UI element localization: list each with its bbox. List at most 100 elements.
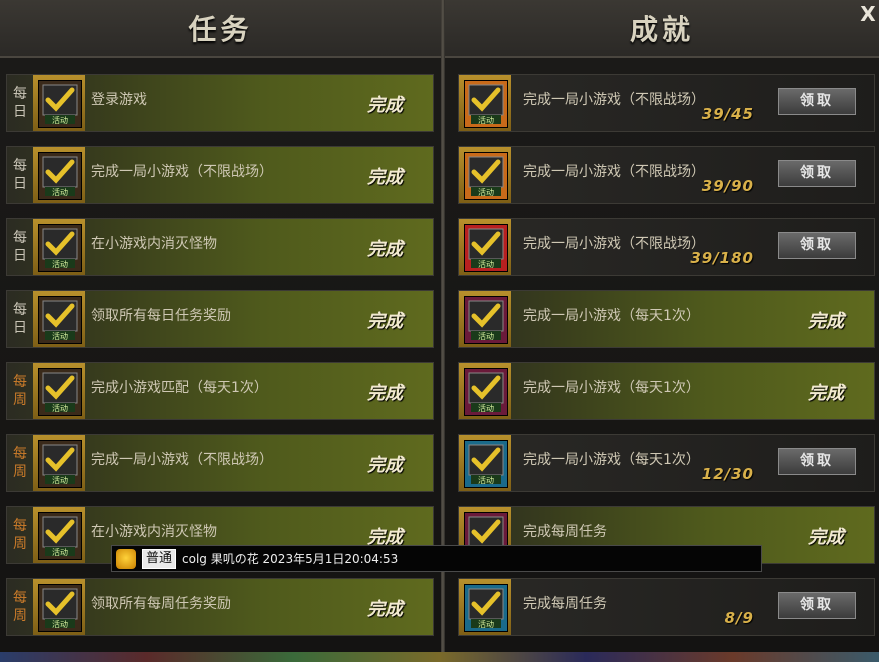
task-icon-frame: 活动 bbox=[33, 579, 85, 635]
achievement-row: 活动 完成一局小游戏（每天1次） 完成 bbox=[458, 362, 875, 420]
task-name: 完成一局小游戏（不限战场） bbox=[91, 452, 273, 468]
task-period-label: 每周 bbox=[7, 507, 33, 563]
claim-button[interactable]: 领取 bbox=[778, 160, 856, 187]
task-name: 在小游戏内消灭怪物 bbox=[91, 236, 217, 252]
task-period-char: 每 bbox=[13, 518, 27, 534]
achievement-badge-icon: 活动 bbox=[464, 368, 508, 416]
achievement-badge-icon: 活动 bbox=[464, 152, 508, 200]
chat-message: colg 果叽の花 2023年5月1日20:04:53 bbox=[182, 552, 399, 566]
bottom-skill-bar bbox=[0, 652, 879, 662]
task-period-char: 日 bbox=[13, 248, 27, 264]
svg-text:活动: 活动 bbox=[52, 475, 68, 485]
task-icon-frame: 活动 bbox=[33, 219, 85, 275]
achievement-name: 完成一局小游戏（不限战场） bbox=[523, 164, 705, 180]
chat-avatar-icon bbox=[116, 548, 136, 569]
task-complete-label: 完成 bbox=[367, 383, 403, 404]
task-name: 登录游戏 bbox=[91, 92, 147, 108]
task-period-label: 每周 bbox=[7, 363, 33, 419]
claim-button[interactable]: 领取 bbox=[778, 232, 856, 259]
achievement-progress: 12/30 bbox=[701, 465, 754, 483]
svg-text:活动: 活动 bbox=[52, 619, 68, 629]
task-period-char: 每 bbox=[13, 158, 27, 174]
achievements-header: 成就 bbox=[445, 0, 879, 58]
claim-button[interactable]: 领取 bbox=[778, 448, 856, 475]
activity-check-icon: 活动 bbox=[38, 224, 82, 272]
task-name: 完成小游戏匹配（每天1次） bbox=[91, 380, 268, 396]
achievement-badge-icon: 活动 bbox=[464, 224, 508, 272]
achievement-badge-icon: 活动 bbox=[464, 584, 508, 632]
task-period-char: 周 bbox=[13, 536, 27, 552]
svg-text:活动: 活动 bbox=[478, 475, 494, 485]
achievement-icon-frame: 活动 bbox=[459, 435, 511, 491]
task-icon-frame: 活动 bbox=[33, 435, 85, 491]
svg-text:活动: 活动 bbox=[478, 115, 494, 125]
achievement-row: 活动 完成一局小游戏（每天1次） 完成 bbox=[458, 290, 875, 348]
task-icon-frame: 活动 bbox=[33, 291, 85, 347]
achievements-title: 成就 bbox=[629, 13, 694, 46]
task-period-char: 每 bbox=[13, 446, 27, 462]
tasks-title: 任务 bbox=[188, 13, 253, 46]
claim-button[interactable]: 领取 bbox=[778, 88, 856, 115]
svg-text:活动: 活动 bbox=[52, 115, 68, 125]
tasks-header: 任务 bbox=[0, 0, 441, 58]
svg-text:活动: 活动 bbox=[52, 187, 68, 197]
svg-text:活动: 活动 bbox=[52, 547, 68, 557]
task-complete-label: 完成 bbox=[367, 167, 403, 188]
task-period-char: 每 bbox=[13, 590, 27, 606]
task-period-label: 每日 bbox=[7, 147, 33, 203]
task-period-char: 每 bbox=[13, 302, 27, 318]
task-row: 每日活动 登录游戏 完成 bbox=[6, 74, 434, 132]
achievement-complete-label: 完成 bbox=[808, 383, 844, 404]
task-period-char: 日 bbox=[13, 176, 27, 192]
task-row: 每周活动 领取所有每周任务奖励 完成 bbox=[6, 578, 434, 636]
achievement-name: 完成一局小游戏（每天1次） bbox=[523, 452, 700, 468]
task-row: 每日活动 完成一局小游戏（不限战场） 完成 bbox=[6, 146, 434, 204]
achievement-row: 活动 完成一局小游戏（不限战场） 39/45 领取 bbox=[458, 74, 875, 132]
activity-check-icon: 活动 bbox=[38, 512, 82, 560]
achievement-name: 完成一局小游戏（不限战场） bbox=[523, 92, 705, 108]
chat-channel-badge[interactable]: 普通 bbox=[142, 548, 177, 569]
achievement-progress: 39/45 bbox=[701, 105, 754, 123]
task-period-char: 周 bbox=[13, 464, 27, 480]
task-row: 每日活动 领取所有每日任务奖励 完成 bbox=[6, 290, 434, 348]
task-period-char: 日 bbox=[13, 104, 27, 120]
task-period-char: 每 bbox=[13, 374, 27, 390]
svg-text:活动: 活动 bbox=[52, 403, 68, 413]
activity-check-icon: 活动 bbox=[38, 584, 82, 632]
task-period-label: 每周 bbox=[7, 435, 33, 491]
task-icon-frame: 活动 bbox=[33, 75, 85, 131]
svg-text:活动: 活动 bbox=[478, 619, 494, 629]
task-complete-label: 完成 bbox=[367, 455, 403, 476]
achievement-row: 活动 完成一局小游戏（不限战场） 39/180 领取 bbox=[458, 218, 875, 276]
claim-button[interactable]: 领取 bbox=[778, 592, 856, 619]
task-complete-label: 完成 bbox=[367, 599, 403, 620]
task-period-label: 每日 bbox=[7, 291, 33, 347]
svg-text:活动: 活动 bbox=[52, 331, 68, 341]
achievement-name: 完成一局小游戏（每天1次） bbox=[523, 308, 700, 324]
chat-bar[interactable]: 普通 colg 果叽の花 2023年5月1日20:04:53 bbox=[111, 545, 762, 572]
achievement-name: 完成每周任务 bbox=[523, 596, 607, 612]
activity-check-icon: 活动 bbox=[38, 80, 82, 128]
achievement-icon-frame: 活动 bbox=[459, 579, 511, 635]
task-icon-frame: 活动 bbox=[33, 507, 85, 563]
task-row: 每周活动 完成一局小游戏（不限战场） 完成 bbox=[6, 434, 434, 492]
achievement-badge-icon: 活动 bbox=[464, 296, 508, 344]
achievement-progress: 39/180 bbox=[690, 249, 754, 267]
task-complete-label: 完成 bbox=[367, 239, 403, 260]
activity-check-icon: 活动 bbox=[38, 152, 82, 200]
task-row: 每周活动 完成小游戏匹配（每天1次） 完成 bbox=[6, 362, 434, 420]
task-complete-label: 完成 bbox=[367, 311, 403, 332]
achievement-complete-label: 完成 bbox=[808, 527, 844, 548]
task-period-label: 每周 bbox=[7, 579, 33, 635]
achievement-icon-frame: 活动 bbox=[459, 291, 511, 347]
task-icon-frame: 活动 bbox=[33, 147, 85, 203]
achievement-row: 活动 完成一局小游戏（每天1次） 12/30 领取 bbox=[458, 434, 875, 492]
close-button[interactable]: X bbox=[857, 0, 879, 28]
achievement-badge-icon: 活动 bbox=[464, 80, 508, 128]
task-period-char: 日 bbox=[13, 320, 27, 336]
achievement-name: 完成每周任务 bbox=[523, 524, 607, 540]
svg-text:活动: 活动 bbox=[52, 259, 68, 269]
achievement-name: 完成一局小游戏（每天1次） bbox=[523, 380, 700, 396]
activity-check-icon: 活动 bbox=[38, 368, 82, 416]
task-period-char: 周 bbox=[13, 392, 27, 408]
